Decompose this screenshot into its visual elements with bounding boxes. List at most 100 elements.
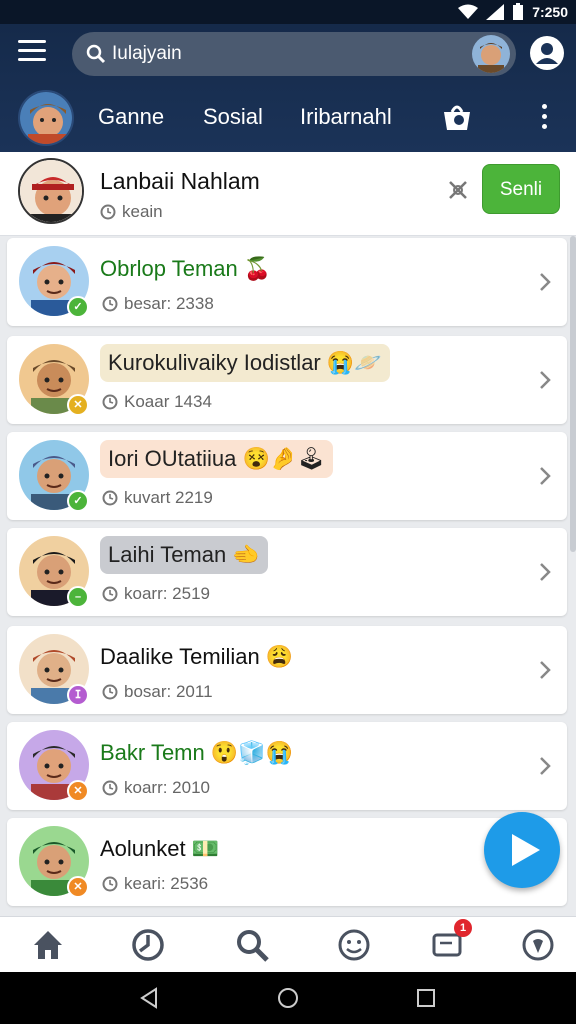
clock-icon — [102, 490, 118, 506]
friend-card[interactable]: ✓ Iori OUtatiiua 😵🤌🕹 kuvart 2219 — [7, 432, 567, 520]
wifi-icon — [458, 4, 479, 19]
app-header: Iulajyain Ganne Sosial Iribarnahl — [0, 24, 576, 152]
request-subtitle-text: keain — [122, 202, 163, 221]
status-badge: ✕ — [67, 876, 89, 898]
status-badge: ⵊ — [67, 684, 89, 706]
search-input[interactable]: Iulajyain — [112, 43, 182, 65]
friend-list: ✓ Obrlop Teman 🍒 besar: 2338 ✕ Kurokuliv… — [0, 236, 576, 916]
notification-badge: 1 — [454, 919, 472, 937]
chevron-right-icon[interactable] — [539, 660, 551, 680]
friend-emoji: 😲🧊😭 — [210, 740, 294, 765]
request-name: Lanbaii Nahlam — [100, 168, 260, 194]
send-button[interactable]: Senli — [482, 164, 560, 214]
scrollbar[interactable] — [570, 236, 576, 552]
status-badge: – — [67, 586, 89, 608]
nav-messages[interactable]: 1 — [430, 919, 472, 963]
request-avatar — [18, 158, 84, 224]
friend-emoji: 🫲 — [232, 542, 260, 567]
status-badge: ✕ — [67, 394, 89, 416]
clock-icon — [102, 296, 118, 312]
chevron-right-icon[interactable] — [539, 466, 551, 486]
bag-icon[interactable] — [440, 102, 474, 132]
nav-home[interactable] — [30, 927, 66, 963]
friend-name-text: Obrlop Teman — [100, 256, 238, 281]
nav-emoji[interactable] — [336, 927, 372, 963]
status-time: 7:250 — [532, 4, 568, 20]
friend-subtitle: bosar: 2011 — [102, 682, 213, 702]
friend-name-text: Iori OUtatiiua — [108, 446, 237, 471]
tab-row: Ganne Sosial Iribarnahl — [0, 88, 576, 148]
friend-request-row[interactable]: Lanbaii Nahlam keain Senli — [0, 152, 576, 236]
tab-games[interactable]: Ganne — [98, 104, 164, 130]
nav-settings[interactable] — [520, 927, 556, 963]
friend-subtitle: Koaar 1434 — [102, 392, 212, 412]
friend-name: Laihi Teman 🫲 — [100, 536, 268, 574]
clock-icon — [102, 876, 118, 892]
friend-card[interactable]: ✕ Kurokulivaiky Iodistlar 😭🪐 Koaar 1434 — [7, 336, 567, 424]
home-button-icon[interactable] — [276, 986, 300, 1010]
friend-name: Kurokulivaiky Iodistlar 😭🪐 — [100, 344, 390, 382]
user-avatar[interactable] — [18, 90, 74, 146]
back-icon[interactable] — [138, 986, 162, 1010]
play-fab-button[interactable] — [484, 812, 560, 888]
friend-card[interactable]: ✓ Obrlop Teman 🍒 besar: 2338 — [7, 238, 567, 326]
chevron-right-icon[interactable] — [539, 370, 551, 390]
friend-name-text: Bakr Temn — [100, 740, 205, 765]
status-icons: 7:250 — [458, 3, 568, 21]
search-icon — [86, 44, 106, 64]
friend-subtitle: koarr: 2519 — [102, 584, 210, 604]
status-badge: ✓ — [67, 296, 89, 318]
clock-icon — [102, 394, 118, 410]
friend-name: Iori OUtatiiua 😵🤌🕹 — [100, 440, 334, 478]
search-bar[interactable]: Iulajyain — [72, 32, 516, 76]
menu-icon[interactable] — [18, 40, 46, 64]
friend-card[interactable]: ⵊ Daalike Temilian 😩 bosar: 2011 — [7, 626, 567, 714]
friend-subtitle-text: koarr: 2519 — [124, 584, 210, 603]
friend-card[interactable]: ✕ Bakr Temn 😲🧊😭 koarr: 2010 — [7, 722, 567, 810]
profile-icon[interactable] — [530, 36, 564, 70]
friend-card[interactable]: – Laihi Teman 🫲 koarr: 2519 — [7, 528, 567, 616]
friend-subtitle-text: bosar: 2011 — [124, 682, 213, 701]
bottom-nav: 1 — [0, 916, 576, 972]
friend-subtitle: keari: 2536 — [102, 874, 208, 894]
play-icon — [512, 834, 540, 866]
friend-name: Obrlop Teman 🍒 — [100, 256, 271, 282]
system-nav-bar — [0, 972, 576, 1024]
emoji-icon — [338, 929, 370, 961]
nav-history[interactable] — [130, 927, 166, 963]
settings-icon — [522, 929, 554, 961]
chevron-right-icon[interactable] — [539, 272, 551, 292]
friend-emoji: 😩 — [265, 644, 294, 669]
battery-icon — [513, 3, 524, 20]
clock-icon — [132, 929, 164, 961]
signal-icon — [486, 4, 505, 20]
friend-card[interactable]: ✕ Aolunket 💵 keari: 2536 — [7, 818, 567, 906]
tab-info[interactable]: Iribarnahl — [300, 104, 392, 130]
friend-subtitle: koarr: 2010 — [102, 778, 210, 798]
nav-search[interactable] — [234, 927, 270, 963]
friend-emoji: 😭🪐 — [326, 350, 382, 375]
friend-subtitle-text: keari: 2536 — [124, 874, 209, 893]
friend-emoji: 🍒 — [243, 256, 272, 281]
chevron-right-icon[interactable] — [539, 562, 551, 582]
dismiss-icon[interactable] — [446, 178, 470, 202]
search-icon — [237, 930, 269, 962]
tab-social[interactable]: Sosial — [203, 104, 263, 130]
recents-icon[interactable] — [414, 986, 438, 1010]
request-subtitle: keain — [100, 202, 163, 222]
more-icon[interactable] — [538, 104, 550, 132]
status-badge: ✕ — [67, 780, 89, 802]
clock-icon — [102, 780, 118, 796]
friend-name: Bakr Temn 😲🧊😭 — [100, 740, 293, 766]
friend-name-text: Daalike Temilian — [100, 644, 260, 669]
friend-name-text: Kurokulivaiky Iodistlar — [108, 350, 321, 375]
friend-subtitle-text: besar: 2338 — [124, 294, 214, 313]
friend-name: Daalike Temilian 😩 — [100, 644, 293, 670]
status-bar: 7:250 — [0, 0, 576, 24]
status-badge: ✓ — [67, 490, 89, 512]
friend-name-text: Laihi Teman — [108, 542, 227, 567]
search-avatar[interactable] — [472, 35, 510, 73]
friend-name: Aolunket 💵 — [100, 836, 219, 862]
friend-emoji: 😵🤌🕹 — [242, 446, 326, 471]
chevron-right-icon[interactable] — [539, 756, 551, 776]
